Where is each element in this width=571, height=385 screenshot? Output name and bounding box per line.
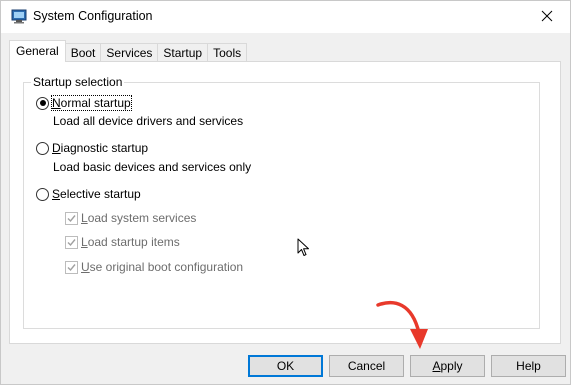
- diagnostic-startup-description: Load basic devices and services only: [53, 160, 252, 174]
- normal-startup-radio[interactable]: Normal startup: [36, 95, 132, 111]
- ok-button[interactable]: OK: [248, 355, 323, 377]
- startup-selection-group: Startup selection Normal startup Load al…: [23, 75, 540, 329]
- tab-startup[interactable]: Startup: [157, 43, 209, 62]
- checkbox-disabled-checked[interactable]: [65, 260, 78, 274]
- load-system-services-label: Load system services: [81, 211, 197, 225]
- radio-button-checked[interactable]: [36, 96, 49, 110]
- tab-boot[interactable]: Boot: [64, 43, 102, 62]
- checkmark-icon: [67, 214, 76, 222]
- tab-strip: General Boot Services Startup Tools: [9, 40, 248, 62]
- selective-startup-label: Selective startup: [52, 187, 141, 201]
- msconfig-icon: [11, 8, 27, 24]
- load-startup-items-label: Load startup items: [81, 235, 180, 249]
- use-original-boot-config-checkbox[interactable]: Use original boot configuration: [65, 260, 243, 274]
- normal-startup-description: Load all device drivers and services: [53, 114, 244, 128]
- general-tab-panel: Startup selection Normal startup Load al…: [9, 61, 561, 344]
- close-icon: [541, 10, 553, 25]
- close-button[interactable]: [524, 1, 570, 33]
- help-button[interactable]: Help: [491, 355, 566, 377]
- radio-button[interactable]: [36, 141, 49, 155]
- tab-services[interactable]: Services: [100, 43, 159, 62]
- system-configuration-window: System Configuration General Boot Servic…: [0, 0, 571, 385]
- load-system-services-checkbox[interactable]: Load system services: [65, 211, 196, 225]
- diagnostic-startup-label: Diagnostic startup: [52, 141, 149, 155]
- checkmark-icon: [67, 263, 76, 271]
- tab-general[interactable]: General: [9, 40, 66, 62]
- radio-button[interactable]: [36, 187, 49, 201]
- use-original-boot-config-label: Use original boot configuration: [81, 260, 244, 274]
- window-title: System Configuration: [33, 9, 153, 23]
- selective-startup-radio[interactable]: Selective startup: [36, 187, 141, 201]
- apply-button[interactable]: Apply: [410, 355, 485, 377]
- checkbox-disabled-checked[interactable]: [65, 235, 78, 249]
- title-bar[interactable]: System Configuration: [1, 1, 570, 33]
- checkmark-icon: [67, 238, 76, 246]
- annotation-arrow-icon: [372, 297, 432, 358]
- group-label: Startup selection: [31, 75, 125, 89]
- mouse-pointer-icon: [297, 238, 310, 261]
- load-startup-items-checkbox[interactable]: Load startup items: [65, 235, 180, 249]
- diagnostic-startup-radio[interactable]: Diagnostic startup: [36, 141, 148, 155]
- checkbox-disabled-checked[interactable]: [65, 211, 78, 225]
- tab-tools[interactable]: Tools: [207, 43, 248, 62]
- cancel-button[interactable]: Cancel: [329, 355, 404, 377]
- normal-startup-label: Normal startup: [51, 95, 132, 111]
